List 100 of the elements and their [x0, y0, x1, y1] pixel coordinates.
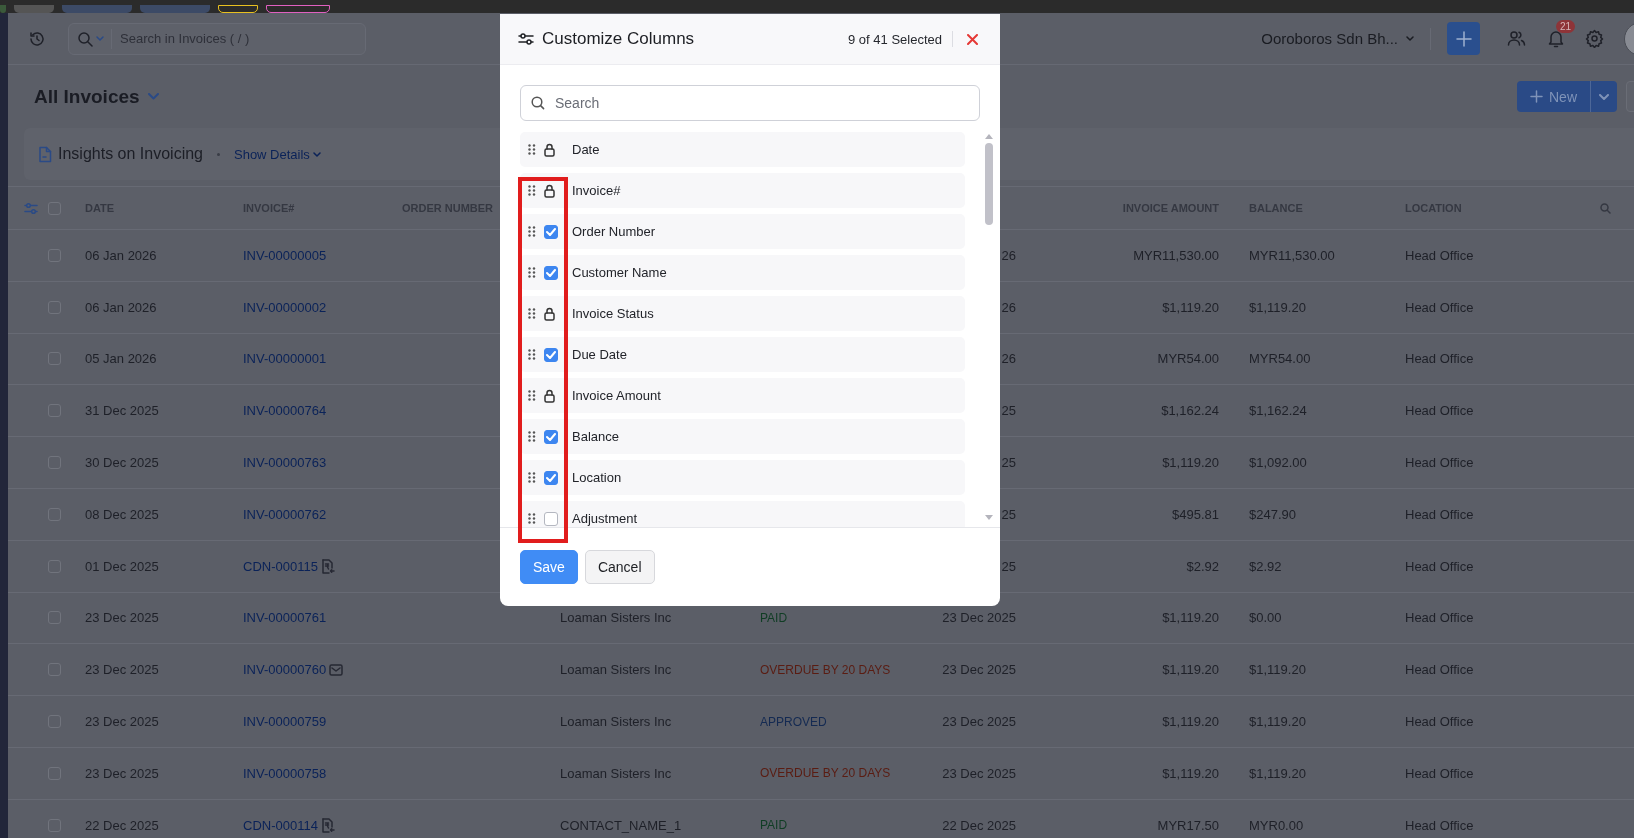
- column-item[interactable]: Invoice#: [520, 173, 965, 208]
- table-cell-text: $2.92: [1185, 558, 1219, 574]
- invoice-link[interactable]: CDN-000115: [243, 558, 318, 574]
- column-item[interactable]: Adjustment: [520, 501, 965, 527]
- table-cell-text: Loaman Sisters Inc: [560, 610, 673, 626]
- table-cell: 23 Dec 2025: [942, 610, 1016, 626]
- sliders-icon: [518, 32, 534, 46]
- column-settings-icon[interactable]: [24, 201, 38, 215]
- table-cell-text: MYR17.50: [1156, 817, 1219, 833]
- table-cell-text: 06 Jan 2026: [85, 247, 158, 263]
- table-cell-text: $1,162.24: [1249, 403, 1308, 419]
- invoice-link[interactable]: INV-00000001: [243, 351, 327, 367]
- status-text: PAID: [760, 610, 788, 625]
- drag-handle-icon[interactable]: [528, 185, 536, 196]
- table-cell-text: Head Office: [1405, 558, 1475, 574]
- add-button[interactable]: [1447, 22, 1480, 55]
- invoice-link[interactable]: INV-00000762: [243, 506, 327, 522]
- selected-count: 9 of 41 Selected: [848, 31, 942, 47]
- drag-handle-icon[interactable]: [528, 267, 536, 278]
- table-cell-text: $1,092.00: [1249, 455, 1308, 471]
- status-text: OVERDUE BY 20 DAYS: [760, 766, 891, 781]
- table-cell-text: 30 Dec 2025: [85, 455, 160, 471]
- invoice-link[interactable]: INV-00000764: [243, 403, 327, 419]
- table-cell-text: 23 Dec 2025: [85, 765, 160, 781]
- table-cell-text: CONTACT_NAME_1: [560, 817, 683, 833]
- search-icon[interactable]: [77, 30, 105, 47]
- table-cell-text: $1,119.20: [1249, 765, 1307, 781]
- table-cell-text: Head Office: [1405, 765, 1475, 781]
- plus-icon: [1454, 29, 1473, 48]
- table-cell-text: $1,119.20: [1161, 299, 1219, 315]
- drag-handle-icon[interactable]: [528, 472, 536, 483]
- table-cell-text: Loaman Sisters Inc: [560, 714, 673, 730]
- checkmark-icon: [546, 227, 556, 236]
- checkbox[interactable]: [544, 265, 558, 280]
- drag-handle-icon[interactable]: [528, 144, 536, 155]
- drag-handle-icon[interactable]: [528, 513, 536, 524]
- show-details-link[interactable]: Show Details: [234, 146, 321, 162]
- table-cell: 25: [1001, 558, 1016, 574]
- scrollbar-thumb[interactable]: [984, 143, 993, 225]
- column-item[interactable]: Date: [520, 132, 965, 167]
- dialog-title: Customize Columns: [542, 29, 695, 49]
- invoice-link[interactable]: INV-00000005: [243, 247, 327, 263]
- invoice-link[interactable]: INV-00000763: [243, 455, 327, 471]
- checkbox[interactable]: [544, 347, 558, 362]
- table-cell-text: Loaman Sisters Inc: [560, 765, 673, 781]
- table-cell: 26: [1001, 247, 1016, 263]
- settings-icon[interactable]: [1585, 29, 1604, 48]
- table-cell-text: 22 Dec 2025: [85, 817, 160, 833]
- search-icon: [531, 96, 545, 110]
- bell-icon[interactable]: [1547, 29, 1565, 48]
- table-cell-text: MYR11,530.00: [1249, 247, 1336, 263]
- table-cell-text: Head Office: [1405, 506, 1475, 522]
- column-item[interactable]: Invoice Amount: [520, 378, 965, 413]
- checkbox[interactable]: [544, 429, 558, 444]
- column-item[interactable]: Customer Name: [520, 255, 965, 290]
- table-cell-text: $1,119.20: [1249, 299, 1307, 315]
- table-cell: 23 Dec 2025: [942, 714, 1016, 730]
- invoice-link[interactable]: CDN-000114: [243, 817, 318, 833]
- drag-handle-icon[interactable]: [528, 226, 536, 237]
- column-item[interactable]: Balance: [520, 419, 965, 454]
- close-icon: [967, 33, 978, 45]
- insights-title: Insights on Invoicing: [58, 145, 203, 163]
- table-cell-text: $1,119.20: [1161, 455, 1219, 471]
- checkbox[interactable]: [544, 511, 558, 526]
- table-cell-text: 23 Dec 2025: [85, 714, 160, 730]
- column-item[interactable]: Location: [520, 460, 965, 495]
- checkmark-icon: [546, 473, 556, 482]
- table-cell: 25: [1001, 506, 1016, 522]
- table-cell-text: $495.81: [1171, 506, 1219, 522]
- column-item[interactable]: Invoice Status: [520, 296, 965, 331]
- new-button[interactable]: New: [1517, 81, 1591, 112]
- view-selector[interactable]: All Invoices: [34, 85, 159, 108]
- table-cell-text: Head Office: [1405, 662, 1475, 678]
- table-cell: 23 Dec 2025: [942, 765, 1016, 781]
- new-split-button[interactable]: New: [1517, 81, 1617, 112]
- checkbox[interactable]: [544, 470, 558, 485]
- invoice-link[interactable]: INV-00000002: [243, 299, 327, 315]
- table-cell-text: 06 Jan 2026: [85, 299, 158, 315]
- invoice-link[interactable]: INV-00000761: [243, 610, 327, 626]
- drag-handle-icon[interactable]: [528, 390, 536, 401]
- save-button[interactable]: Save: [520, 550, 578, 584]
- checkmark-icon: [546, 268, 556, 277]
- history-icon[interactable]: [28, 29, 46, 48]
- scroll-down-icon[interactable]: [983, 514, 994, 521]
- scroll-up-icon[interactable]: [983, 133, 994, 140]
- drag-handle-icon[interactable]: [528, 431, 536, 442]
- cancel-button[interactable]: Cancel: [584, 550, 655, 584]
- column-item[interactable]: Order Number: [520, 214, 965, 249]
- search-icon[interactable]: [1600, 202, 1611, 214]
- organization-switcher[interactable]: Ooroboros Sdn Bh...: [1261, 30, 1414, 47]
- invoice-link[interactable]: INV-00000758: [243, 765, 327, 781]
- drag-handle-icon[interactable]: [528, 308, 536, 319]
- table-cell-text: $1,162.24: [1160, 403, 1219, 419]
- table-cell: 22 Dec 2025: [942, 817, 1016, 833]
- checkbox[interactable]: [544, 224, 558, 239]
- people-icon[interactable]: [1507, 30, 1526, 47]
- drag-handle-icon[interactable]: [528, 349, 536, 360]
- column-item[interactable]: Due Date: [520, 337, 965, 372]
- invoice-link[interactable]: INV-00000759: [243, 714, 327, 730]
- invoice-link[interactable]: INV-00000760: [243, 662, 327, 678]
